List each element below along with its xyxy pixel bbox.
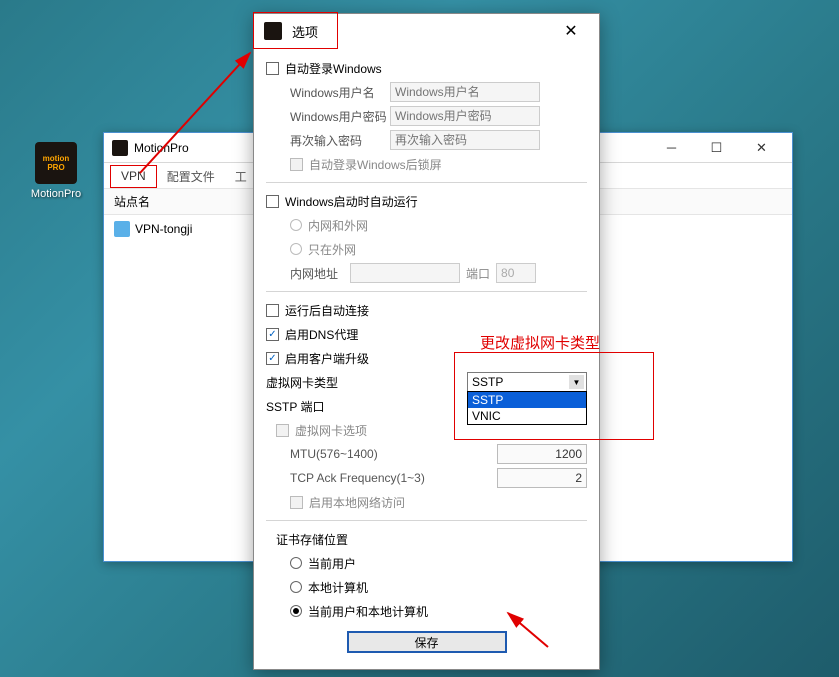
label-enable-dns: 启用DNS代理	[285, 326, 358, 343]
label-win-user: Windows用户名	[290, 84, 390, 101]
chevron-down-icon: ▼	[569, 375, 584, 389]
dialog-titlebar: 选项 ✕	[254, 14, 599, 48]
maximize-button[interactable]: ☐	[694, 134, 739, 162]
checkbox-enable-client-upgrade[interactable]	[266, 352, 279, 365]
label-reenter-pwd: 再次输入密码	[290, 132, 390, 149]
label-auto-connect: 运行后自动连接	[285, 302, 369, 319]
minimize-button[interactable]: ─	[649, 134, 694, 162]
input-reenter-pwd	[390, 130, 540, 150]
label-cert-both: 当前用户和本地计算机	[308, 603, 428, 620]
dropdown-option-vnic[interactable]: VNIC	[468, 408, 586, 424]
app-icon	[264, 22, 282, 40]
dropdown-vnic-type[interactable]: SSTP ▼ SSTP VNIC	[467, 372, 587, 392]
radio-cert-local-machine[interactable]	[290, 581, 302, 593]
checkbox-auto-run-startup[interactable]	[266, 195, 279, 208]
input-win-user	[390, 82, 540, 102]
checkbox-vnic-options	[276, 424, 289, 437]
checkbox-enable-dns[interactable]	[266, 328, 279, 341]
input-port	[496, 263, 536, 283]
radio-net-both	[290, 219, 302, 231]
checkbox-auto-connect[interactable]	[266, 304, 279, 317]
desktop-shortcut-motionpro[interactable]: motion PRO MotionPro	[26, 142, 86, 200]
input-mtu	[497, 444, 587, 464]
dropdown-option-sstp[interactable]: SSTP	[468, 392, 586, 408]
save-button[interactable]: 保存	[347, 631, 507, 653]
label-cert-store: 证书存储位置	[276, 531, 348, 548]
label-sstp-port: SSTP 端口	[266, 398, 324, 415]
app-icon: motion PRO	[35, 142, 77, 184]
app-icon	[112, 140, 128, 156]
site-icon	[114, 221, 130, 237]
input-tcp-ack	[497, 468, 587, 488]
label-auto-login-windows: 自动登录Windows	[285, 60, 382, 77]
label-win-pwd: Windows用户密码	[290, 108, 390, 125]
menu-config[interactable]: 配置文件	[157, 165, 225, 188]
dropdown-list: SSTP VNIC	[467, 391, 587, 425]
dropdown-selected: SSTP	[472, 375, 503, 389]
label-mtu: MTU(576~1400)	[290, 447, 440, 461]
label-net-both: 内网和外网	[308, 217, 368, 234]
input-intranet-addr	[350, 263, 460, 283]
desktop-icon-label: MotionPro	[26, 188, 86, 200]
dialog-close-button[interactable]: ✕	[551, 16, 591, 46]
label-enable-client-upgrade: 启用客户端升级	[285, 350, 369, 367]
menu-tools[interactable]: 工	[225, 165, 257, 188]
checkbox-lock-after-login	[290, 158, 303, 171]
dialog-title: 选项	[292, 22, 551, 41]
checkbox-enable-local-net	[290, 496, 303, 509]
close-button[interactable]: ✕	[739, 134, 784, 162]
options-dialog: 选项 ✕ 自动登录Windows Windows用户名 Windows用户密码 …	[253, 13, 600, 670]
site-item-label: VPN-tongji	[135, 222, 192, 236]
label-intranet-addr: 内网地址	[290, 265, 350, 282]
menu-vpn[interactable]: VPN	[110, 165, 157, 188]
label-enable-local-net: 启用本地网络访问	[309, 494, 405, 511]
label-cert-current-user: 当前用户	[308, 555, 356, 572]
radio-cert-both[interactable]	[290, 605, 302, 617]
input-win-pwd	[390, 106, 540, 126]
label-vnic-options: 虚拟网卡选项	[295, 422, 367, 439]
label-lock-after-login: 自动登录Windows后锁屏	[309, 156, 442, 173]
label-port: 端口	[466, 265, 490, 282]
label-tcp-ack: TCP Ack Frequency(1~3)	[290, 471, 450, 485]
label-net-ext-only: 只在外网	[308, 241, 356, 258]
checkbox-auto-login-windows[interactable]	[266, 62, 279, 75]
label-cert-local-machine: 本地计算机	[308, 579, 368, 596]
label-vnic-type: 虚拟网卡类型	[266, 374, 356, 391]
radio-cert-current-user[interactable]	[290, 557, 302, 569]
label-auto-run-startup: Windows启动时自动运行	[285, 193, 418, 210]
radio-net-ext-only	[290, 243, 302, 255]
